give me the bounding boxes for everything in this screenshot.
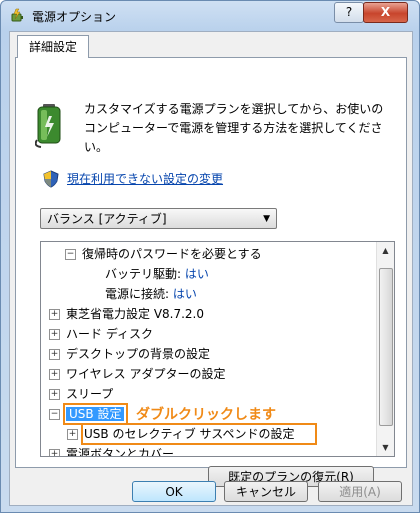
close-button[interactable]: X [363, 2, 408, 23]
tree-item-plugged-in[interactable]: 電源に接続: はい [105, 284, 197, 304]
battery-plug-icon [35, 104, 61, 148]
change-unavailable-settings-link[interactable]: 現在利用できない設定の変更 [67, 170, 223, 187]
title-bar[interactable]: 電源オプション ? X [1, 1, 419, 31]
expand-icon[interactable]: + [49, 389, 60, 400]
tree-item-label: ハード ディスク [66, 327, 153, 341]
tree-item-toshiba-power-saver[interactable]: + 東芝省電力設定 V8.7.2.0 [49, 304, 204, 324]
cancel-button[interactable]: キャンセル [224, 481, 308, 502]
tree-scrollbar[interactable]: ▲ ▼ [376, 242, 394, 456]
tree-item-desktop-background[interactable]: + デスクトップの背景の設定 [49, 344, 210, 364]
tree-item-label: ワイヤレス アダプターの設定 [66, 367, 226, 381]
scroll-down-icon[interactable]: ▼ [377, 439, 394, 456]
expand-icon[interactable]: + [49, 449, 60, 456]
tree-item-label: 電源に接続: [105, 287, 170, 301]
tree-item-value[interactable]: はい [185, 267, 209, 281]
window-title: 電源オプション [32, 10, 117, 24]
ok-button[interactable]: OK [132, 481, 216, 502]
double-click-annotation: ダブルクリックします [136, 407, 276, 423]
tree-item-hard-disk[interactable]: + ハード ディスク [49, 324, 153, 344]
apply-button[interactable]: 適用(A) [318, 481, 402, 502]
tree-item-wireless-adapter[interactable]: + ワイヤレス アダプターの設定 [49, 364, 225, 384]
advanced-settings-panel: カスタマイズする電源プランを選択してから、お使いのコンピューターで電源を管理する… [15, 57, 407, 487]
power-options-window: 電源オプション ? X 詳細設定 カスタマイズする電源プランを選択してから、お使… [0, 0, 420, 513]
scroll-thumb[interactable] [379, 268, 393, 426]
chevron-down-icon[interactable]: ▼ [263, 209, 270, 230]
expand-icon[interactable]: + [49, 329, 60, 340]
tree-item-power-buttons-lid[interactable]: + 電源ボタンとカバー [49, 444, 175, 457]
scroll-up-icon[interactable]: ▲ [377, 242, 394, 259]
expand-icon[interactable]: + [49, 309, 60, 320]
tab-advanced-settings[interactable]: 詳細設定 [17, 35, 89, 58]
usb-settings-highlight [63, 403, 128, 425]
expand-icon[interactable]: + [49, 349, 60, 360]
usb-suspend-highlight [81, 423, 317, 445]
settings-tree[interactable]: − 復帰時のパスワードを必要とする バッテリ駆動: はい 電源に接続: はい + 東… [40, 241, 395, 457]
power-plan-select[interactable]: バランス [アクティブ] ▼ [40, 208, 277, 229]
collapse-icon[interactable]: − [49, 409, 60, 420]
help-button[interactable]: ? [334, 2, 364, 23]
dialog-client: 詳細設定 カスタマイズする電源プランを選択してから、お使いのコンピューターで電源… [9, 31, 413, 506]
tree-item-value[interactable]: はい [173, 287, 197, 301]
tree-item-label: 東芝省電力設定 V8.7.2.0 [66, 307, 205, 321]
tree-item-label: 電源ボタンとカバー [66, 447, 175, 457]
tree-item-label: デスクトップの背景の設定 [66, 347, 211, 361]
expand-icon[interactable]: + [67, 429, 78, 440]
description-text: カスタマイズする電源プランを選択してから、お使いのコンピューターで電源を管理する… [84, 102, 384, 154]
expand-icon[interactable]: + [49, 369, 60, 380]
tree-item-on-battery[interactable]: バッテリ駆動: はい [105, 264, 209, 284]
tree-item-label: 復帰時のパスワードを必要とする [82, 247, 262, 261]
tree-item-sleep[interactable]: + スリープ [49, 384, 113, 404]
collapse-icon[interactable]: − [65, 249, 76, 260]
tree-item-wake-password[interactable]: − 復帰時のパスワードを必要とする [65, 244, 262, 264]
uac-shield-icon [43, 170, 59, 188]
power-options-icon [11, 8, 23, 22]
power-plan-value: バランス [アクティブ] [47, 212, 167, 226]
tree-item-label: バッテリ駆動: [105, 267, 182, 281]
tree-item-label: スリープ [66, 387, 114, 401]
